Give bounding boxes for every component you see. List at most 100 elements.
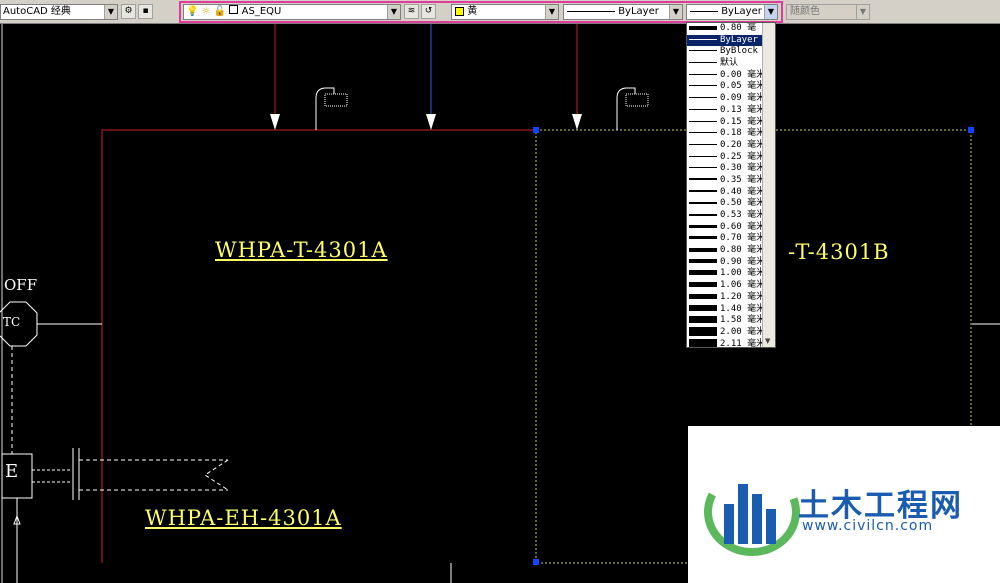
scroll-down-icon[interactable]: ▼ [765,337,770,345]
lineweight-select[interactable]: ByLayer ▼ [686,4,778,20]
lineweight-option-label: 0.70 毫米 [720,233,766,244]
lineweight-swatch [689,316,717,324]
lineweight-swatch [689,97,717,99]
tank-a-outline [101,129,536,563]
lineweight-swatch [689,155,717,157]
lineweight-swatch [689,224,717,228]
grip [533,559,539,565]
layer-select[interactable]: 💡 ☼ 🔓 AS_EQU ▼ [183,4,401,20]
lineweight-swatch [689,85,717,87]
tank-b-label: -T-4301B [788,240,890,264]
lineweight-swatch [689,190,717,193]
lineweight-swatch [689,201,717,204]
lineweight-option-label: 0.20 毫米 [720,139,766,150]
lineweight-option-label: 1.00 毫米 [720,268,766,279]
sun-icon: ☼ [201,6,211,17]
lineweight-option-label: 0.25 毫米 [720,151,766,162]
lineweight-swatch [689,178,717,181]
layer-previous-icon[interactable]: ↺ [421,4,436,19]
lineweight-option-label: 0.80 毫 [720,23,757,33]
lineweight-option-label: 0.09 毫米 [720,93,766,104]
lineweight-option-label: 1.20 毫米 [720,291,766,302]
lightbulb-icon: 💡 [186,6,199,17]
linetype-preview [567,10,615,12]
lineweight-swatch [689,50,717,52]
tank-a-label: WHPA-T-4301A [215,238,388,262]
watermark-url: www.civilcn.com [802,518,934,534]
lineweight-option-label: 2.11 毫米 [720,338,766,348]
make-current-layer-icon[interactable]: ≋ [404,4,419,19]
linetype-label: ByLayer [618,6,659,17]
lineweight-swatch [689,247,717,252]
chevron-down-icon[interactable]: ▼ [545,5,558,19]
lineweight-option-label: 0.60 毫米 [720,221,766,232]
workspace-settings-icon[interactable]: ⚙ [121,4,136,19]
lineweight-option-label: 默认 [720,58,739,69]
chevron-down-icon[interactable]: ▼ [387,5,400,19]
lineweight-swatch [689,132,717,134]
lineweight-option-label: 0.35 毫米 [720,174,766,185]
chevron-down-icon[interactable]: ▼ [104,5,117,19]
lineweight-preview [690,10,718,12]
lineweight-swatch [689,282,717,288]
lineweight-option-label: 0.53 毫米 [720,210,766,220]
lineweight-swatch [689,326,717,336]
grip [533,127,539,133]
color-select[interactable]: 黄 ▼ [451,4,559,20]
watermark-logo: 土木工程网 www.civilcn.com [688,426,1000,583]
lineweight-dropdown[interactable]: 0.80 毫 ByLayer ByBlock 默认 0.00 毫米 0.05 毫米 0.09… [686,22,776,348]
lineweight-swatch [689,338,717,347]
chevron-down-icon[interactable]: ▼ [669,5,682,19]
lineweight-option-label: ByBlock [720,46,758,57]
lineweight-option-label: 0.00 毫米 [720,69,766,80]
lineweight-swatch [689,38,717,40]
lineweight-option-label: 1.06 毫米 [720,280,766,291]
off-label: OFF [4,276,38,294]
linetype-select[interactable]: ByLayer ▼ [563,4,683,20]
plotstyle-label: 随颜色 [790,6,820,17]
heater-e-label: E [5,461,19,482]
tc-label: TC [3,315,21,329]
lineweight-swatch [689,236,717,240]
lineweight-swatch [689,108,717,110]
lineweight-swatch [689,293,717,299]
lineweight-swatch [689,305,717,311]
lineweight-option-label: 0.15 毫米 [720,116,766,127]
lock-icon: 🔓 [213,6,227,17]
layer-name: AS_EQU [241,6,282,17]
lineweight-label: ByLayer [721,6,762,17]
lineweight-option-label: 0.30 毫米 [720,163,766,174]
lineweight-option-label: 0.05 毫米 [720,81,766,92]
lineweight-swatch [689,120,717,122]
dropdown-scrollbar[interactable]: ▼ [762,23,775,347]
lineweight-option-label: 1.58 毫米 [720,315,766,326]
lineweight-swatch [689,143,717,145]
lineweight-swatch [689,25,717,30]
layer-color-swatch-icon [229,5,239,14]
lineweight-option-label: 0.13 毫米 [720,104,766,115]
grip [968,127,974,133]
heater-label: WHPA-EH-4301A [145,506,342,530]
chevron-down-icon[interactable]: ▼ [856,5,869,19]
lineweight-option-label: 2.00 毫米 [720,326,766,337]
color-swatch-icon [455,6,464,16]
lineweight-option-label: 0.80 毫米 [720,245,766,256]
lineweight-swatch [689,213,717,216]
plotstyle-select[interactable]: 随颜色 ▼ [786,4,870,20]
lineweight-option-label: 0.18 毫米 [720,128,766,139]
arrow-marker [270,114,280,130]
lineweight-swatch [689,167,717,169]
lineweight-option-label: 0.50 毫米 [720,198,766,209]
chevron-down-icon[interactable]: ▼ [764,5,777,19]
lineweight-swatch [689,73,717,75]
lineweight-option-label: 1.40 毫米 [720,303,766,314]
save-workspace-icon[interactable]: ▪ [138,4,153,19]
lineweight-option-label: ByLayer [720,34,758,45]
lineweight-option-label: 0.40 毫米 [720,186,766,197]
color-label: 黄 [467,6,478,17]
arrow-marker [572,114,582,130]
lineweight-swatch [689,62,717,64]
workspace-select[interactable]: AutoCAD 经典 ▼ [0,4,118,20]
workspace-label: AutoCAD 经典 [3,6,71,17]
civil-logo-icon [704,468,800,556]
